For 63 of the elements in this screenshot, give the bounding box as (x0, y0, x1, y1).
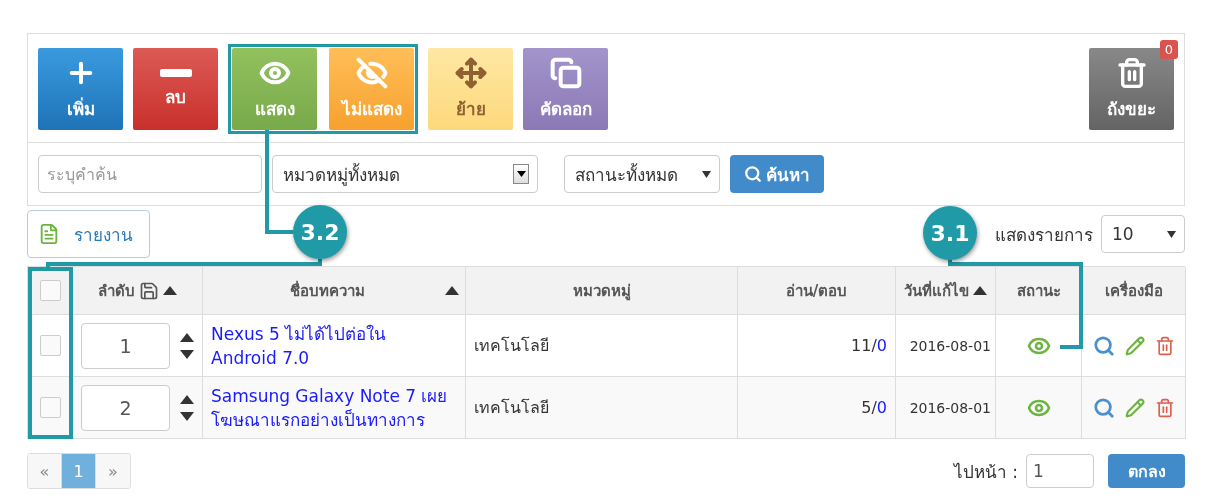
trash-icon[interactable] (1154, 397, 1175, 418)
next-page-button[interactable]: » (96, 454, 130, 488)
goto-label: ไปหน้า : (953, 460, 1018, 484)
go-button[interactable]: ตกลง (1108, 454, 1185, 488)
table-cell-text: เทคโนโลยี (474, 397, 549, 419)
order-field[interactable]: 1 (81, 322, 170, 369)
delete-button[interactable]: ลบ (133, 48, 218, 130)
trash-icon (1115, 56, 1148, 89)
column-header: ชื่อบทความ (289, 279, 365, 302)
caret-icon (702, 170, 711, 178)
checkbox[interactable] (39, 335, 61, 356)
column-header: อ่าน/ตอบ (785, 280, 848, 302)
move-arrows-icon (454, 56, 487, 89)
page-button[interactable]: 1 (62, 454, 96, 488)
table-cell: 2016-08-01 (909, 337, 991, 354)
pencil-icon[interactable] (1124, 397, 1145, 418)
search-field[interactable]: ระบุคำค้น (38, 155, 262, 193)
search-icon[interactable] (1092, 334, 1115, 357)
step-marker: 3.1 (923, 206, 977, 260)
checkbox[interactable] (39, 280, 61, 301)
eye-slash-icon (355, 56, 388, 89)
copy-button[interactable]: คัดลอก (523, 48, 608, 130)
step-marker: 3.2 (293, 205, 347, 259)
show-button[interactable]: แสดง (232, 48, 317, 130)
pencil-icon[interactable] (1124, 335, 1145, 356)
table-cell-text: เทคโนโลยี (474, 335, 549, 357)
move-up-icon[interactable] (180, 394, 194, 404)
column-header: วันที่แก้ไข (904, 279, 969, 302)
search-icon (744, 165, 762, 183)
table-cell: 11/0 (851, 336, 887, 355)
search-button[interactable]: ค้นหา (730, 155, 824, 193)
move-down-icon[interactable] (180, 411, 194, 421)
document-icon (38, 223, 60, 245)
sort-up-icon[interactable] (163, 286, 177, 295)
category-select[interactable]: หมวดหมู่ทั้งหมด (272, 155, 538, 193)
column-header: สถานะ (1016, 280, 1061, 302)
add-button[interactable]: เพิ่ม (38, 48, 123, 130)
previous-page-button[interactable]: « (28, 454, 62, 488)
per-page-label: แสดงรายการ (995, 223, 1093, 247)
search-icon[interactable] (1092, 396, 1115, 419)
table-cell: 5/0 (861, 398, 887, 417)
minus-icon (159, 68, 192, 77)
save-icon[interactable] (139, 280, 159, 301)
sort-up-icon[interactable] (445, 286, 459, 295)
sort-up-icon[interactable] (973, 286, 987, 295)
column-header: หมวดหมู่ (572, 280, 631, 303)
order-field[interactable]: 2 (81, 384, 170, 431)
count-badge: 0 (1159, 40, 1178, 59)
move-up-icon[interactable] (180, 332, 194, 342)
per-page-select[interactable]: 10 (1101, 215, 1185, 253)
table-cell: 2016-08-01 (909, 399, 991, 416)
caret-icon (1167, 230, 1176, 238)
copy-icon (549, 56, 582, 89)
move-down-icon[interactable] (180, 349, 194, 359)
column-header: เครื่องมือ (1104, 279, 1163, 302)
report-button[interactable]: รายงาน (27, 210, 150, 258)
move-button[interactable]: ย้าย (428, 48, 513, 130)
page-field[interactable]: 1 (1026, 454, 1094, 488)
status-select[interactable]: สถานะทั้งหมด (564, 155, 720, 193)
trash-icon[interactable] (1154, 335, 1175, 356)
column-header: ลำดับ (98, 280, 135, 302)
checkbox[interactable] (39, 397, 61, 418)
article-link[interactable]: Nexus 5 ไม่ได้ไปต่อใน Android 7.0 (211, 321, 457, 370)
